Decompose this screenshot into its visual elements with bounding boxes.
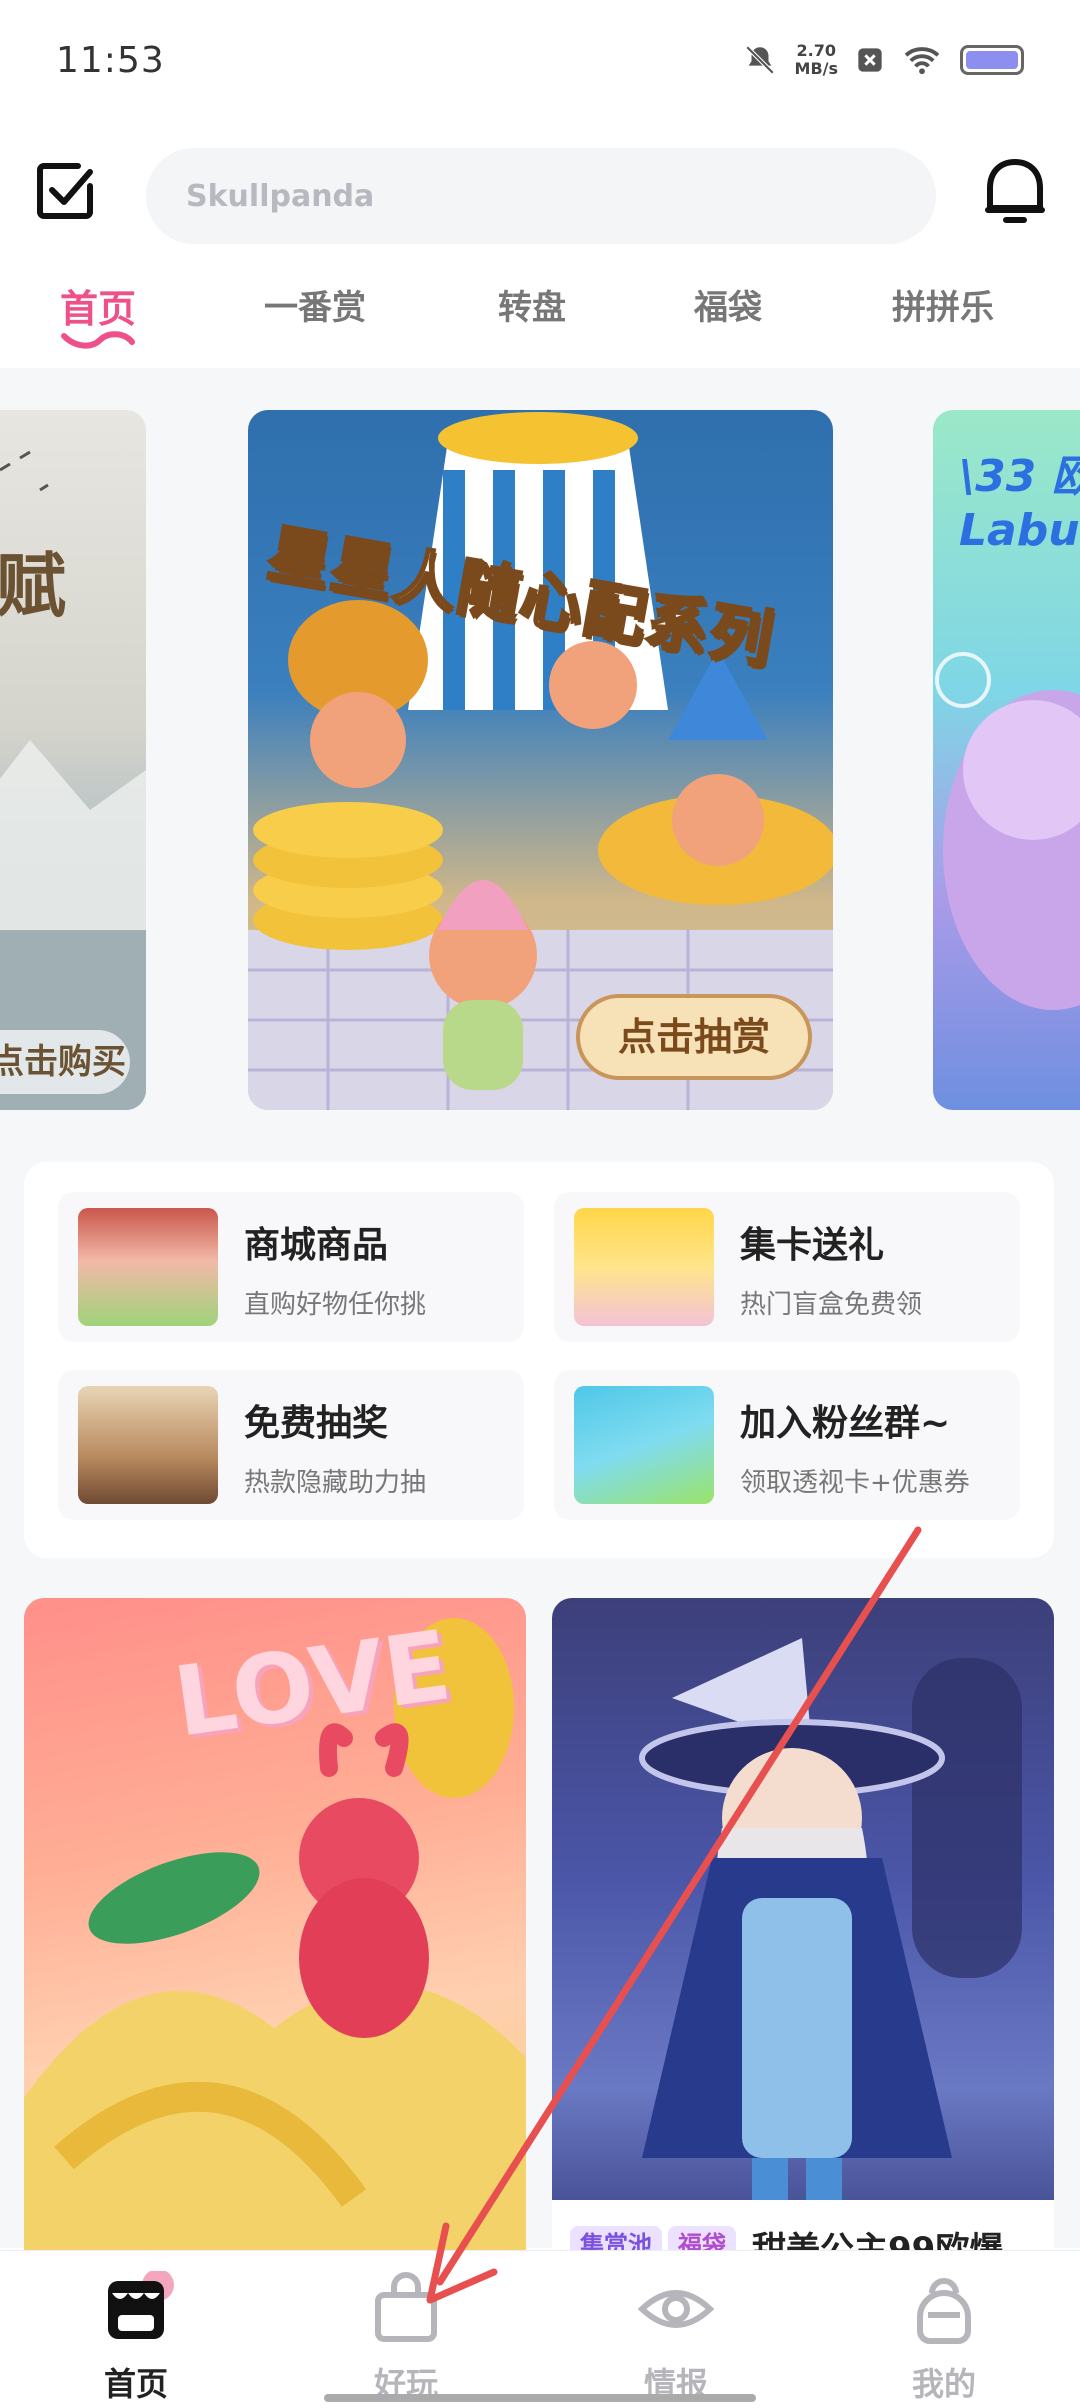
close-box-icon — [858, 48, 882, 72]
tab-ichiban[interactable]: 一番赏 — [264, 280, 366, 329]
banner-left-scenery — [0, 450, 146, 1110]
quick-link-card-collect[interactable]: 集卡送礼 热门盲盒免费领 — [554, 1192, 1020, 1342]
status-time: 11:53 — [56, 40, 165, 81]
nav-label: 首页 — [103, 2365, 168, 2403]
nav-fun[interactable]: 好玩 — [336, 2271, 476, 2405]
quick-link-subtitle: 直购好物任你挑 — [244, 1290, 427, 1320]
home-indicator-bar[interactable] — [324, 2394, 756, 2402]
fan-group-thumbnail — [574, 1386, 714, 1504]
tab-active-indicator — [61, 331, 135, 349]
nav-news[interactable]: 情报 — [606, 2271, 746, 2405]
wifi-icon — [904, 47, 940, 75]
feed-card-love[interactable]: LOVE — [24, 1598, 526, 2298]
mute-bell-icon — [745, 45, 774, 75]
nav-label: 我的 — [911, 2365, 976, 2403]
status-bar: 11:53 2.70 MB/s — [0, 0, 1080, 130]
nav-profile[interactable]: 我的 — [874, 2271, 1014, 2405]
search-placeholder: Skullpanda — [186, 178, 375, 214]
eye-icon — [637, 2290, 715, 2328]
tab-wheel[interactable]: 转盘 — [498, 280, 566, 329]
nav-home[interactable]: 首页 — [66, 2269, 206, 2405]
profile-icon — [917, 2278, 971, 2344]
shopping-bag-icon — [375, 2272, 437, 2342]
quick-links-card: 商城商品 直购好物任你挑 集卡送礼 热门盲盒免费领 免费抽奖 热款隐藏助力抽 加… — [24, 1162, 1054, 1558]
banner-right-partial-title: \33 欧 Labu — [959, 451, 1080, 556]
status-icons: 2.70 MB/s — [743, 42, 1024, 78]
bottom-navigation: 首页 好玩 情报 我的 — [0, 2250, 1080, 2408]
tab-lucky-bag[interactable]: 福袋 — [694, 280, 762, 329]
network-speed: 2.70 MB/s — [794, 41, 838, 78]
quick-link-title: 加入粉丝群~ — [740, 1403, 951, 1444]
feed-card-princess[interactable] — [552, 1598, 1054, 2298]
app-screen: 11:53 2.70 MB/s Skullpanda 首页 一番赏 转盘 福袋 … — [0, 0, 1080, 2408]
quick-link-title: 免费抽奖 — [244, 1403, 389, 1444]
tab-home[interactable]: 首页 — [60, 278, 136, 333]
quick-link-subtitle: 热款隐藏助力抽 — [244, 1468, 427, 1498]
banner-left-buy-button[interactable]: 点击购买 — [0, 1030, 130, 1094]
message-bell-icon[interactable] — [980, 154, 1050, 234]
banner-main[interactable]: 星星人随心配系列 点击抽赏 — [248, 410, 833, 1110]
banner-main-draw-button[interactable]: 点击抽赏 — [576, 994, 812, 1080]
free-lottery-thumbnail — [78, 1386, 218, 1504]
quick-link-title: 商城商品 — [244, 1225, 389, 1266]
card-collect-thumbnail — [574, 1208, 714, 1326]
banner-left[interactable]: 赋 点击购买 — [0, 410, 146, 1110]
battery-icon — [960, 45, 1024, 75]
home-shop-icon — [108, 2269, 174, 2339]
banner-right[interactable]: \33 欧 Labu — [933, 410, 1080, 1110]
banner-left-partial-title: 赋 — [0, 545, 66, 627]
quick-link-mall[interactable]: 商城商品 直购好物任你挑 — [58, 1192, 524, 1342]
top-header: Skullpanda — [0, 140, 1080, 245]
quick-link-title: 集卡送礼 — [740, 1225, 885, 1266]
quick-link-subtitle: 领取透视卡+优惠券 — [740, 1468, 970, 1498]
quick-link-free-lottery[interactable]: 免费抽奖 热款隐藏助力抽 — [58, 1370, 524, 1520]
tab-group-buy[interactable]: 拼拼乐 — [892, 280, 994, 329]
quick-link-subtitle: 热门盲盒免费领 — [740, 1290, 923, 1320]
search-input[interactable]: Skullpanda — [146, 148, 936, 244]
mall-thumbnail — [78, 1208, 218, 1326]
checkin-icon[interactable] — [34, 160, 96, 222]
quick-link-fan-group[interactable]: 加入粉丝群~ 领取透视卡+优惠券 — [554, 1370, 1020, 1520]
feed-card-princess-illustration — [639, 1638, 1022, 2248]
category-tabs: 首页 一番赏 转盘 福袋 拼拼乐 — [0, 268, 1080, 358]
